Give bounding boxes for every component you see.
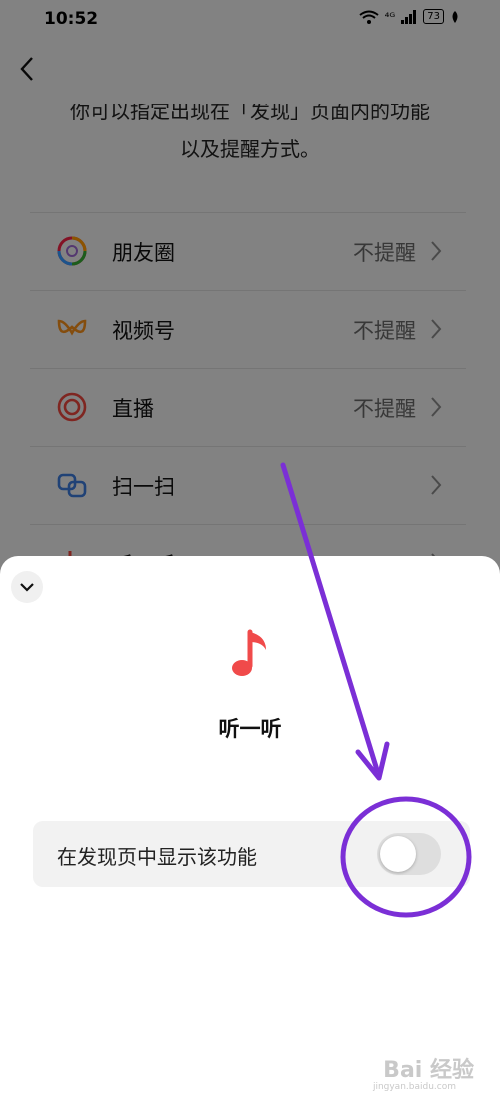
show-in-discover-toggle[interactable]	[377, 833, 441, 875]
toggle-card: 在发现页中显示该功能	[33, 821, 470, 887]
collapse-button[interactable]	[11, 571, 43, 603]
bottom-sheet: 听一听 在发现页中显示该功能	[0, 556, 500, 1111]
watermark-url: jingyan.baidu.com	[372, 1082, 456, 1092]
sheet-title: 听一听	[218, 717, 282, 741]
show-in-discover-label: 在发现页中显示该功能	[57, 845, 257, 869]
chevron-down-icon	[20, 583, 34, 592]
toggle-knob	[380, 836, 416, 872]
music-note-icon	[232, 629, 266, 676]
watermark-logo: Bai 经验	[383, 1058, 474, 1083]
